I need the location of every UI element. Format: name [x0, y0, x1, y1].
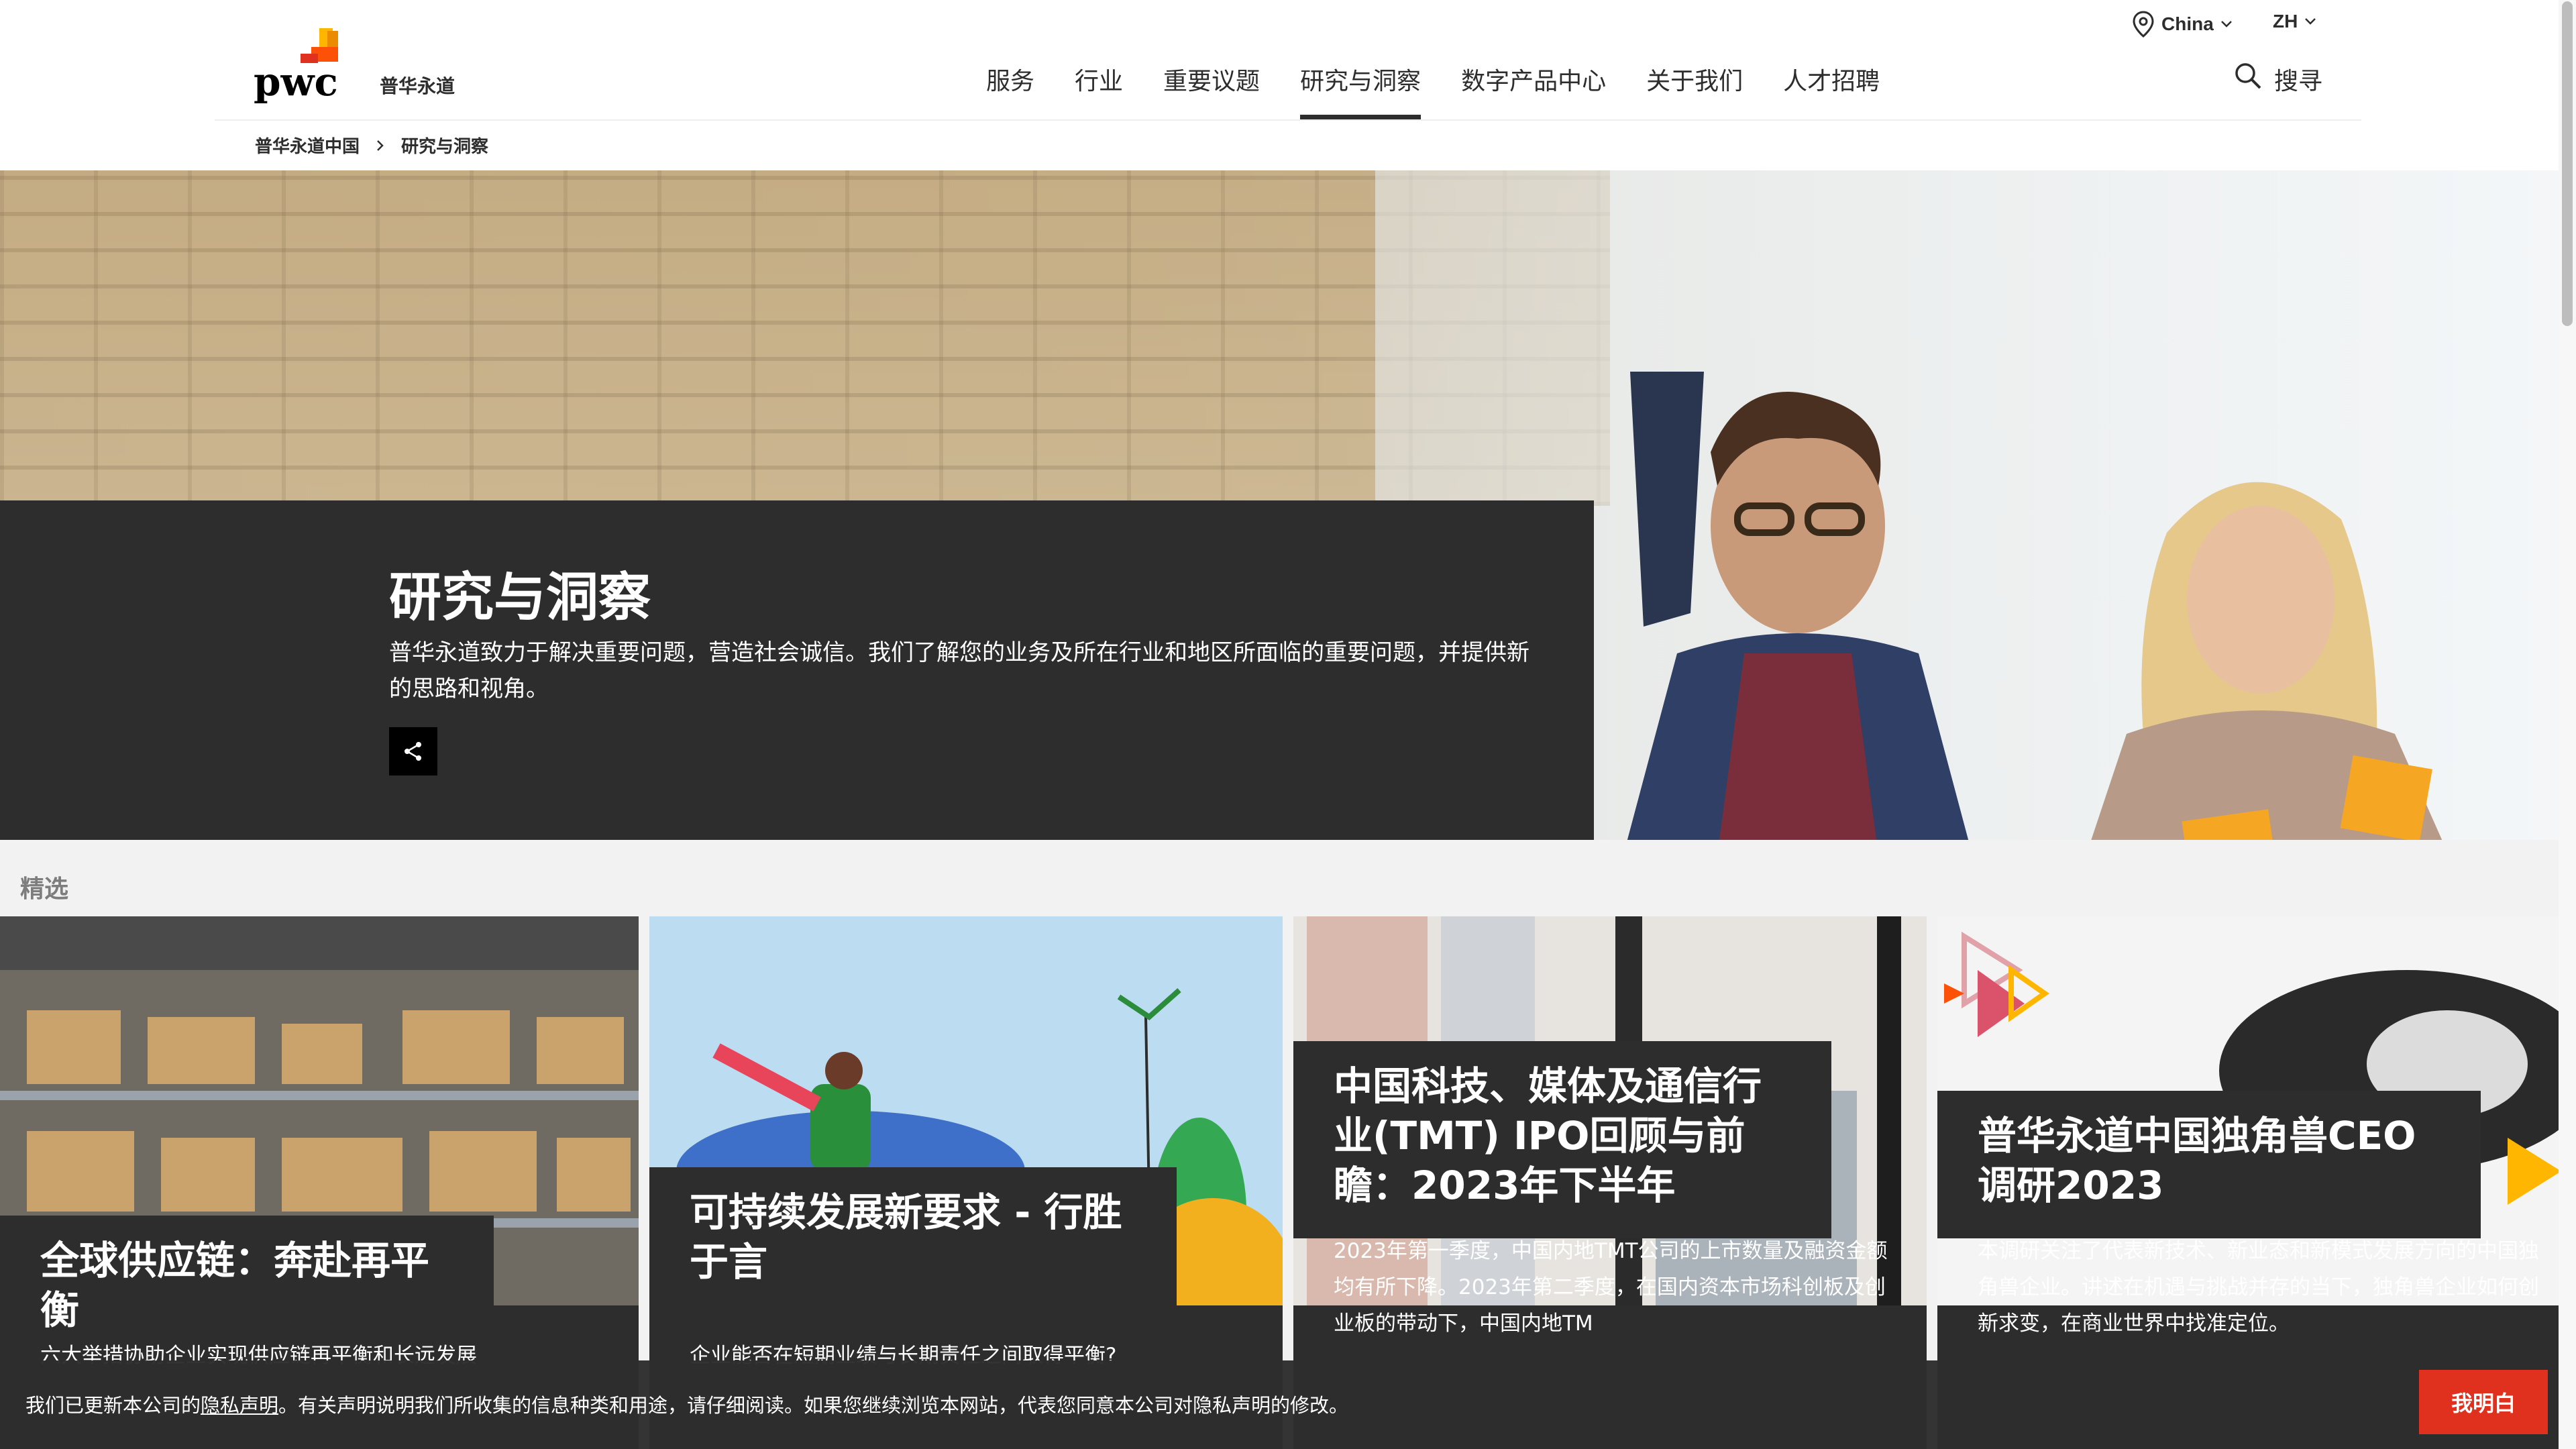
- card-title: 普华永道中国独角兽CEO调研2023: [1978, 1113, 2416, 1208]
- cookie-accept-button[interactable]: 我明白: [2419, 1370, 2548, 1434]
- nav-item-careers[interactable]: 人才招聘: [1763, 62, 1900, 119]
- breadcrumb-home[interactable]: 普华永道中国: [255, 133, 360, 158]
- card-title: 可持续发展新要求 - 行胜于言: [690, 1189, 1122, 1285]
- cookie-text-before: 我们已更新本公司的: [25, 1394, 201, 1417]
- hero-text-panel: 研究与洞察 普华永道致力于解决重要问题，营造社会诚信。我们了解您的业务及所在行业…: [0, 500, 1594, 840]
- header-divider: [215, 119, 2361, 121]
- cookie-text-after: 。有关声明说明我们所收集的信息种类和用途，请仔细阅读。如果您继续浏览本网站，代表…: [278, 1394, 1349, 1417]
- share-icon: [405, 742, 421, 761]
- share-button[interactable]: [389, 727, 437, 775]
- card-title-box: 可持续发展新要求 - 行胜于言: [649, 1167, 1177, 1315]
- breadcrumb: 普华永道中国 研究与洞察: [255, 133, 488, 158]
- search-icon: [2235, 63, 2261, 89]
- scrollbar-thumb[interactable]: [2562, 1, 2573, 326]
- nav-item-industries[interactable]: 行业: [1055, 62, 1143, 119]
- card-title: 中国科技、媒体及通信行业(TMT) IPO回顾与前瞻：2023年下半年: [1334, 1063, 1762, 1208]
- card-title: 全球供应链：奔赴再平衡: [40, 1238, 430, 1333]
- page-scrollbar[interactable]: [2559, 0, 2576, 1449]
- search-button[interactable]: 搜寻: [2234, 62, 2322, 97]
- svg-text:pwc: pwc: [254, 59, 338, 105]
- hero-banner: 研究与洞察 普华永道致力于解决重要问题，营造社会诚信。我们了解您的业务及所在行业…: [0, 170, 2576, 840]
- hero-background-image: [0, 170, 1610, 506]
- card-title-box: 全球供应链：奔赴再平衡: [0, 1216, 494, 1333]
- search-label: 搜寻: [2274, 68, 2323, 95]
- nav-item-digital-products[interactable]: 数字产品中心: [1441, 62, 1626, 119]
- main-nav: 服务 行业 重要议题 研究与洞察 数字产品中心 关于我们 人才招聘: [966, 62, 1900, 119]
- nav-item-about-us[interactable]: 关于我们: [1626, 62, 1763, 119]
- cookie-banner: 我们已更新本公司的隐私声明。有关声明说明我们所收集的信息种类和用途，请仔细阅读。…: [0, 1360, 2576, 1449]
- page-title: 研究与洞察: [389, 567, 651, 628]
- chevron-right-icon: [377, 140, 384, 151]
- card-title-box: 中国科技、媒体及通信行业(TMT) IPO回顾与前瞻：2023年下半年: [1293, 1041, 1831, 1238]
- featured-section: 精选 全球供应链：奔赴再平衡 六大举措协助企业实现供应链再平衡和长远发展 可持续…: [0, 840, 2576, 1449]
- hero-description: 普华永道致力于解决重要问题，营造社会诚信。我们了解您的业务及所在行业和地区所面临…: [389, 639, 1529, 702]
- privacy-statement-link[interactable]: 隐私声明: [201, 1394, 278, 1417]
- section-heading: 精选: [20, 875, 69, 903]
- pwc-logo[interactable]: pwc 普华永道: [254, 28, 468, 109]
- site-header: pwc 普华永道 服务 行业 重要议题 研究与洞察 数字产品中心 关于我们 人才…: [0, 0, 2576, 119]
- nav-item-issues[interactable]: 重要议题: [1143, 62, 1280, 119]
- cookie-message: 我们已更新本公司的隐私声明。有关声明说明我们所收集的信息种类和用途，请仔细阅读。…: [25, 1390, 1348, 1418]
- breadcrumb-current: 研究与洞察: [401, 137, 489, 157]
- card-description: 2023年第一季度，中国内地TMT公司的上市数量及融资金额均有所下降。2023年…: [1334, 1239, 1888, 1336]
- nav-item-research-insights[interactable]: 研究与洞察: [1280, 62, 1441, 119]
- hero-person-illustration: [1627, 372, 1969, 840]
- svg-text:普华永道: 普华永道: [380, 75, 455, 97]
- nav-item-services[interactable]: 服务: [966, 62, 1055, 119]
- card-description: 本调研关注了代表新技术、新业态和新模式发展方向的中国独角兽企业。讲述在机遇与挑战…: [1978, 1239, 2539, 1336]
- card-title-box: 普华永道中国独角兽CEO调研2023: [1937, 1091, 2481, 1238]
- hero-person-illustration: [2091, 482, 2443, 840]
- pwc-logo-mark: pwc 普华永道: [254, 28, 455, 105]
